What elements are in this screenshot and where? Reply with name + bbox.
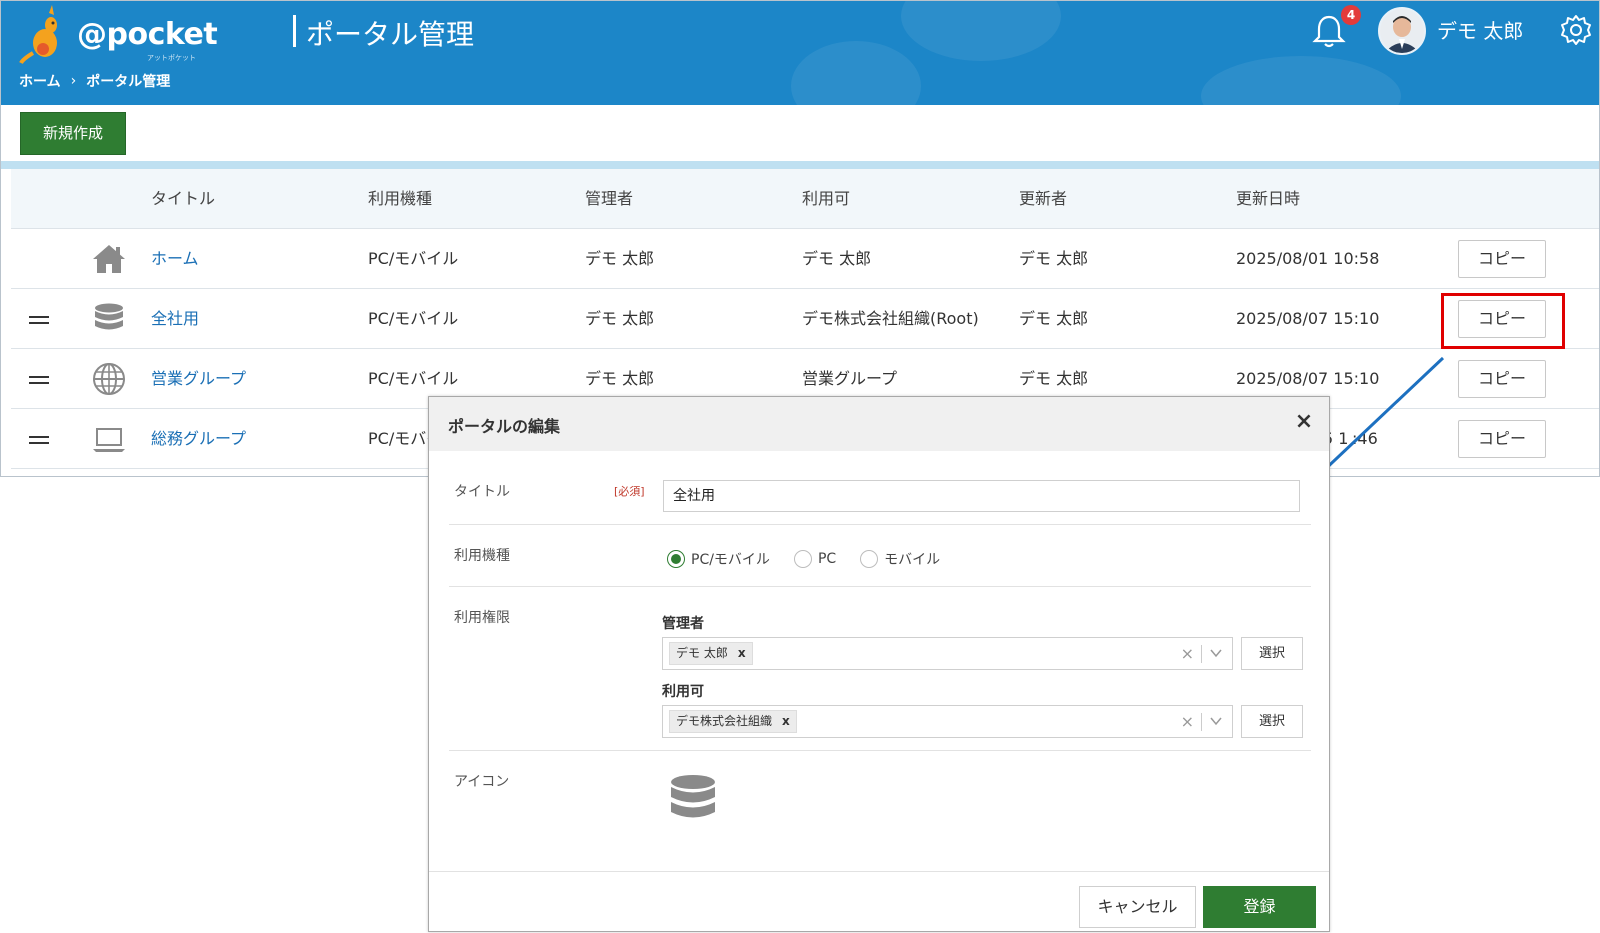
copy-button-highlight <box>1441 293 1565 349</box>
radio-selected-icon[interactable] <box>667 550 685 568</box>
availability-cell: デモ株式会社組織(Root) <box>802 309 979 328</box>
database-icon <box>95 303 123 330</box>
home-icon <box>93 245 125 273</box>
required-badge: [必須] <box>614 485 645 498</box>
select-separator <box>1201 645 1202 663</box>
clear-icon[interactable]: × <box>1181 644 1194 663</box>
admin-tag: デモ 太郎 x <box>669 642 753 665</box>
gear-icon[interactable] <box>1559 13 1593 47</box>
table-row: ホーム PC/モバイル デモ 太郎 デモ 太郎 デモ 太郎 2025/08/01… <box>11 229 1599 289</box>
tag-label: デモ株式会社組織 <box>676 714 773 728</box>
cancel-button[interactable]: キャンセル <box>1079 886 1196 928</box>
title-label: タイトル <box>454 484 510 500</box>
updater-cell: デモ 太郎 <box>1019 309 1089 328</box>
table-header: タイトル 利用機種 管理者 利用可 更新者 更新日時 <box>11 169 1599 229</box>
dialog-header: ポータルの編集 × <box>429 397 1329 451</box>
table-row: 全社用 PC/モバイル デモ 太郎 デモ株式会社組織(Root) デモ 太郎 2… <box>11 289 1599 349</box>
app-header: @pocket アットポケット ポータル管理 ホーム › ポータル管理 4 デモ… <box>1 1 1599 105</box>
radio-icon[interactable] <box>860 550 879 568</box>
header-divider <box>293 15 296 47</box>
tag-remove-icon[interactable]: x <box>738 643 746 664</box>
dialog-footer: キャンセル 登録 <box>429 871 1329 933</box>
drag-handle-icon[interactable] <box>29 376 49 384</box>
admin-select-button[interactable]: 選択 <box>1241 637 1303 670</box>
copy-button[interactable]: コピー <box>1458 240 1546 278</box>
breadcrumb-separator: › <box>70 73 77 89</box>
admin-cell: デモ 太郎 <box>585 249 655 268</box>
device-label: 利用機種 <box>454 548 510 564</box>
app-logo[interactable]: @pocket アットポケット <box>19 5 219 65</box>
radio-icon[interactable] <box>793 550 812 568</box>
updater-cell: デモ 太郎 <box>1019 249 1089 268</box>
globe-icon <box>93 363 125 395</box>
radio-label: モバイル <box>884 552 941 568</box>
drag-handle-icon[interactable] <box>29 436 49 444</box>
brand-name: @pocket <box>77 17 218 52</box>
admin-cell: デモ 太郎 <box>585 309 655 328</box>
updated-at-cell: 2025/08/07 15:10 <box>1236 309 1380 328</box>
availability-select[interactable]: デモ株式会社組織 x × <box>662 705 1233 738</box>
updated-at-cell: 2025/08/01 10:58 <box>1236 249 1380 268</box>
tag-label: デモ 太郎 <box>676 646 728 660</box>
brand-subtitle: アットポケット <box>147 54 196 62</box>
database-icon[interactable] <box>669 774 717 824</box>
new-portal-button[interactable]: 新規作成 <box>20 112 126 155</box>
user-name[interactable]: デモ 太郎 <box>1437 15 1523 44</box>
avatar[interactable] <box>1378 7 1426 55</box>
select-separator <box>1201 713 1202 731</box>
portal-title-link[interactable]: ホーム <box>151 229 199 289</box>
admin-sublabel: 管理者 <box>662 616 704 632</box>
device-radio-pc[interactable]: PC <box>793 550 837 568</box>
radio-label: PC <box>817 551 837 567</box>
breadcrumb-home[interactable]: ホーム <box>19 71 61 91</box>
clear-icon[interactable]: × <box>1181 712 1194 731</box>
user-avatar-icon <box>1380 9 1424 53</box>
device-radio-pc-mobile[interactable]: PC/モバイル <box>667 549 770 569</box>
chevron-down-icon[interactable] <box>1210 647 1222 659</box>
availability-sublabel: 利用可 <box>662 684 704 700</box>
chevron-down-icon[interactable] <box>1210 715 1222 727</box>
device-cell: PC/モバイル <box>368 249 459 268</box>
drag-handle-icon[interactable] <box>29 316 49 324</box>
edit-portal-dialog: ポータルの編集 × タイトル [必須] 全社用 利用機種 PC/モバイル PC … <box>428 396 1330 932</box>
device-radio-group: PC/モバイル PC モバイル <box>667 549 940 569</box>
availability-select-button[interactable]: 選択 <box>1241 705 1303 738</box>
copy-button[interactable]: コピー <box>1458 360 1546 398</box>
page-title: ポータル管理 <box>306 18 475 51</box>
tag-remove-icon[interactable]: x <box>782 711 790 732</box>
availability-cell: デモ 太郎 <box>802 249 872 268</box>
dialog-title: ポータルの編集 <box>448 417 561 436</box>
admin-select[interactable]: デモ 太郎 x × <box>662 637 1233 670</box>
device-radio-mobile[interactable]: モバイル <box>860 549 940 569</box>
portal-title-link[interactable]: 全社用 <box>151 289 199 349</box>
breadcrumb: ホーム › ポータル管理 <box>19 71 170 91</box>
column-availability[interactable]: 利用可 <box>802 169 850 229</box>
column-device[interactable]: 利用機種 <box>368 169 432 229</box>
kangaroo-logo-icon <box>19 5 57 65</box>
portal-title-link[interactable]: 総務グループ <box>151 409 246 469</box>
laptop-icon <box>93 428 125 452</box>
radio-label: PC/モバイル <box>691 552 770 568</box>
icon-label: アイコン <box>454 774 510 790</box>
notification-badge: 4 <box>1341 5 1361 25</box>
availability-tag: デモ株式会社組織 x <box>669 710 797 733</box>
column-updater[interactable]: 更新者 <box>1019 169 1067 229</box>
close-icon[interactable]: × <box>1293 411 1315 433</box>
portal-title-link[interactable]: 営業グループ <box>151 349 246 409</box>
submit-button[interactable]: 登録 <box>1203 886 1316 928</box>
column-title[interactable]: タイトル <box>151 169 215 229</box>
device-cell: PC/モバイル <box>368 309 459 328</box>
column-admin[interactable]: 管理者 <box>585 169 633 229</box>
updated-at-cell-tail: :46 <box>1352 429 1378 448</box>
copy-button[interactable]: コピー <box>1458 420 1546 458</box>
decorative-band <box>1 161 1599 169</box>
column-updated-at[interactable]: 更新日時 <box>1236 169 1300 229</box>
permission-label: 利用権限 <box>454 610 510 626</box>
breadcrumb-current: ポータル管理 <box>86 74 171 90</box>
title-input[interactable]: 全社用 <box>663 480 1300 512</box>
